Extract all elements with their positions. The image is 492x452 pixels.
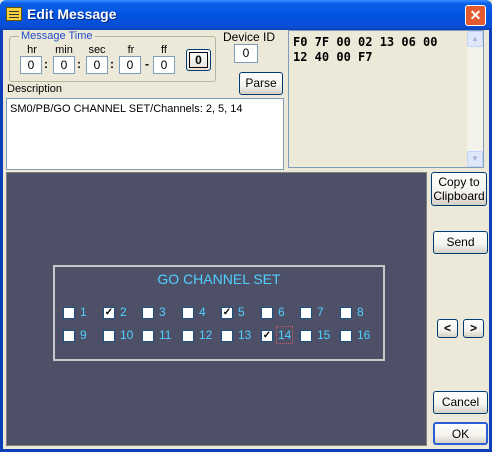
- channel-checkbox[interactable]: [182, 330, 194, 342]
- channel-label: 1: [80, 305, 87, 319]
- message-icon: [6, 7, 22, 21]
- channel-label: 2: [120, 305, 127, 319]
- next-button[interactable]: >: [463, 319, 484, 338]
- channel-label: 10: [120, 328, 134, 342]
- channel-checkbox[interactable]: [63, 330, 75, 342]
- vertical-scrollbar[interactable]: ▲ ▼: [467, 31, 483, 167]
- parse-button[interactable]: Parse: [239, 72, 283, 95]
- hex-line-2: 12 40 00 F7: [293, 50, 373, 64]
- fr-label: fr: [127, 44, 135, 56]
- channel-label: 8: [357, 305, 364, 319]
- send-button[interactable]: Send: [433, 231, 488, 254]
- min-label: min: [55, 44, 73, 56]
- hex-data-field[interactable]: F0 7F 00 02 13 06 00 12 40 00 F7 ▲ ▼: [288, 30, 484, 168]
- channel-checkbox[interactable]: [63, 307, 75, 319]
- hr-field[interactable]: 0: [20, 56, 42, 74]
- channel-label: 7: [317, 305, 324, 319]
- description-field[interactable]: SM0/PB/GO CHANNEL SET/Channels: 2, 5, 14: [6, 98, 284, 170]
- sec-field[interactable]: 0: [86, 56, 108, 74]
- channel-label: 11: [159, 328, 172, 342]
- sec-label: sec: [88, 44, 106, 56]
- close-button[interactable]: ✕: [465, 5, 486, 26]
- copy-line-1: Copy to: [438, 175, 480, 189]
- channel-label: 4: [199, 305, 206, 319]
- channel-checkbox[interactable]: [142, 330, 154, 342]
- channel-label: 15: [317, 328, 331, 342]
- channel-checkbox[interactable]: [300, 307, 312, 319]
- channel-checkbox[interactable]: [300, 330, 312, 342]
- channel-label: 12: [199, 328, 213, 342]
- channel-label: 13: [238, 328, 252, 342]
- window-title: Edit Message: [27, 6, 117, 22]
- channel-checkbox[interactable]: ✓: [261, 330, 273, 342]
- time-separator: :: [110, 57, 114, 71]
- channel-checkbox[interactable]: [182, 307, 194, 319]
- channel-checkbox[interactable]: [340, 330, 352, 342]
- ff-label: ff: [161, 44, 167, 56]
- channel-checkbox[interactable]: ✓: [103, 307, 115, 319]
- min-field[interactable]: 0: [53, 56, 75, 74]
- channel-checkbox[interactable]: [261, 307, 273, 319]
- fr-field[interactable]: 0: [119, 56, 141, 74]
- time-separator: -: [145, 57, 149, 71]
- ok-button[interactable]: OK: [433, 422, 488, 445]
- channel-checkbox[interactable]: [142, 307, 154, 319]
- copy-to-clipboard-button[interactable]: Copy to Clipboard: [431, 172, 487, 206]
- channel-checkbox[interactable]: [221, 330, 233, 342]
- scroll-down-icon[interactable]: ▼: [467, 151, 483, 167]
- channel-label: 9: [80, 328, 87, 342]
- channel-checkbox[interactable]: [340, 307, 352, 319]
- prev-button[interactable]: <: [437, 319, 458, 338]
- focus-rect: [189, 52, 208, 68]
- channel-checkbox[interactable]: [103, 330, 115, 342]
- scroll-up-icon[interactable]: ▲: [467, 31, 483, 47]
- device-id-label: Device ID: [223, 30, 276, 44]
- description-label: Description: [7, 83, 63, 95]
- ff-field[interactable]: 0: [153, 56, 175, 74]
- time-zero-button[interactable]: 0: [186, 49, 211, 71]
- channel-label: 5: [238, 305, 245, 319]
- channel-group-title: GO CHANNEL SET: [157, 271, 281, 287]
- channel-checkbox[interactable]: ✓: [221, 307, 233, 319]
- channel-label: 14: [275, 326, 294, 344]
- hex-data: F0 7F 00 02 13 06 00 12 40 00 F7: [293, 35, 438, 65]
- time-separator: :: [77, 57, 81, 71]
- channel-label: 16: [357, 328, 371, 342]
- hr-label: hr: [27, 44, 37, 56]
- message-time-label: Message Time: [19, 30, 95, 42]
- time-separator: :: [44, 57, 48, 71]
- channel-label: 6: [278, 305, 285, 319]
- hex-line-1: F0 7F 00 02 13 06 00: [293, 35, 438, 49]
- cancel-button[interactable]: Cancel: [433, 391, 488, 414]
- device-id-field[interactable]: 0: [234, 44, 258, 63]
- copy-line-2: Clipboard: [433, 189, 485, 203]
- channel-label: 3: [159, 305, 166, 319]
